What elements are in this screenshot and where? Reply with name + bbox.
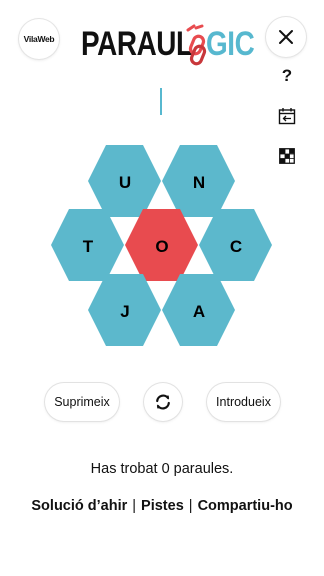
shuffle-button[interactable] xyxy=(144,383,182,421)
enter-button[interactable]: Introdueix xyxy=(207,383,280,421)
shuffle-icon xyxy=(156,394,170,410)
input-caret xyxy=(160,88,162,115)
hex-cell-center[interactable]: O xyxy=(125,209,198,281)
calendar-back-icon[interactable] xyxy=(277,106,297,126)
share-link[interactable]: Compartiu-ho xyxy=(198,498,293,514)
hex-cell-bottom-right[interactable]: A xyxy=(162,274,235,346)
vilaweb-logo-text: VilaWeb xyxy=(23,34,55,44)
help-icon[interactable]: ? xyxy=(277,66,297,86)
logo-text-right: GIC xyxy=(206,25,255,63)
found-words-status: Has trobat 0 paraules. xyxy=(90,461,234,477)
logo-text-left: PARAUL xyxy=(81,25,193,63)
yesterday-solution-link[interactable]: Solució d’ahir xyxy=(31,498,127,514)
vilaweb-logo-button[interactable]: VilaWeb xyxy=(19,19,59,59)
hex-cell-top-left[interactable]: U xyxy=(88,145,161,217)
footer-links: Solució d’ahir | Pistes | Compartiu-ho xyxy=(0,498,324,514)
delete-button[interactable]: Suprimeix xyxy=(45,383,119,421)
word-input[interactable] xyxy=(60,84,264,120)
hex-cell-top-right[interactable]: N xyxy=(162,145,235,217)
close-icon xyxy=(279,30,293,44)
crossword-grid-icon[interactable] xyxy=(277,146,297,166)
footer-separator: | xyxy=(188,498,193,514)
hex-cell-mid-right[interactable]: C xyxy=(199,209,272,281)
close-button[interactable] xyxy=(266,17,306,57)
hex-cell-bottom-left[interactable]: J xyxy=(88,274,161,346)
hex-cell-mid-left[interactable]: T xyxy=(51,209,124,281)
hints-link[interactable]: Pistes xyxy=(141,498,184,514)
footer-separator: | xyxy=(132,498,137,514)
